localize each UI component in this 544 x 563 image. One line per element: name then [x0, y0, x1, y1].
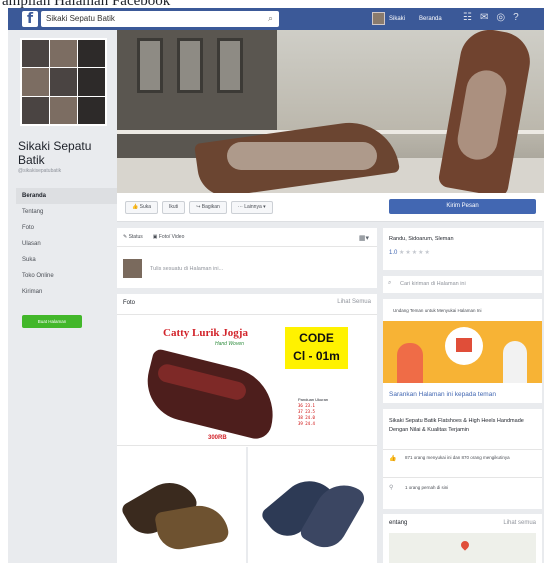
avatar[interactable]	[372, 12, 385, 25]
composer-menu-icon[interactable]: ▦▾	[359, 234, 369, 242]
cover-photo[interactable]	[117, 30, 544, 193]
nav-item-beranda[interactable]: Beranda	[16, 188, 117, 204]
page-action-bar: 👍 Suka Ikuti ↪ Bagikan ··· Lainnya ▾ Kir…	[117, 193, 544, 222]
search-icon[interactable]: ⌕	[268, 13, 273, 24]
likes-count-text: 871 orang menyukai ini dan 870 orang men…	[405, 455, 510, 460]
search-bar[interactable]: Sikaki Sepatu Batik ⌕	[41, 11, 279, 27]
user-menu[interactable]: Sikaki Beranda	[372, 12, 442, 25]
friends-icon[interactable]: ☷	[463, 12, 472, 23]
invite-text[interactable]: Undang Teman untuk Menyukai Halaman Ini	[393, 308, 481, 313]
nav-item-toko-online[interactable]: Toko Online	[16, 268, 117, 284]
tab-status[interactable]: ✎ Status	[123, 234, 143, 240]
page-handle: @sikakisepatubatik	[18, 168, 62, 174]
location-pin-icon: ⚲	[389, 485, 394, 491]
photos-see-all-link[interactable]: Lihat Semua	[337, 299, 371, 305]
photos-heading: Foto	[123, 300, 136, 306]
place-text: Randu, Sidoarum, Sleman	[389, 236, 454, 242]
map-pin-icon	[459, 539, 471, 551]
map[interactable]	[389, 533, 536, 563]
suggest-page-link[interactable]: Sarankan Halaman ini kepada teman	[383, 391, 496, 398]
nav-item-ulasan[interactable]: Ulasan	[16, 236, 117, 252]
invite-card: Undang Teman untuk Menyukai Halaman Ini …	[383, 299, 542, 403]
nav-item-foto[interactable]: Foto	[16, 220, 117, 236]
house-icon	[456, 338, 472, 352]
photo-thumbnail[interactable]	[248, 447, 377, 563]
map-card-title: entang	[389, 520, 408, 526]
checkins-text: 1 orang pernah di sini	[405, 485, 449, 490]
search-icon: ⌕	[388, 280, 392, 286]
featured-photo[interactable]: Catty Lurik Jogja Hand Woven CODE Cl - 0…	[117, 314, 377, 446]
nav-item-tentang[interactable]: Tentang	[16, 204, 117, 220]
share-button[interactable]: ↪ Bagikan	[189, 201, 227, 214]
like-icon: 👍	[389, 456, 397, 462]
search-input[interactable]: Sikaki Sepatu Batik	[46, 14, 115, 23]
facebook-top-bar: f Sikaki Sepatu Batik ⌕ Sikaki Beranda ☷…	[8, 8, 544, 30]
screenshot-caption: ampilan Halaman Facebook	[0, 0, 544, 8]
place-rating-card: Randu, Sidoarum, Sleman 1.0 ★★★★★	[383, 228, 542, 270]
star-icon: ★★★★★	[399, 250, 431, 256]
price-label: 300RB	[208, 435, 227, 441]
more-button[interactable]: ··· Lainnya ▾	[230, 201, 273, 214]
page-search-input[interactable]: Cari kiriman di Halaman ini	[400, 281, 466, 287]
page-search[interactable]: ⌕ Cari kiriman di Halaman ini	[383, 276, 542, 293]
size-guide: Panduan Ukuran 36 23.1 37 23.5 38 24.0 3…	[298, 397, 329, 426]
main-column: ✎ Status ▣ Foto/ Video ▦▾ Tulis sesuatu …	[117, 222, 377, 563]
page-nav: Beranda Tentang Foto Ulasan Suka Toko On…	[16, 188, 117, 300]
user-name[interactable]: Sikaki	[389, 16, 405, 22]
photo-thumbnails	[117, 447, 377, 563]
post-composer: ✎ Status ▣ Foto/ Video ▦▾ Tulis sesuatu …	[117, 228, 377, 288]
rating[interactable]: 1.0 ★★★★★	[389, 249, 431, 256]
brand-text: Catty Lurik Jogja	[163, 327, 248, 339]
composer-input[interactable]: Tulis sesuatu di Halaman ini...	[150, 266, 223, 272]
product-code-box: CODE Cl - 01m	[285, 327, 348, 369]
invite-illustration	[383, 321, 542, 383]
send-message-button[interactable]: Kirim Pesan	[389, 199, 536, 214]
page-title: Sikaki Sepatu Batik	[18, 139, 92, 167]
map-see-all-link[interactable]: Lihat semua	[503, 520, 536, 526]
brand-subtext: Hand Woven	[215, 341, 244, 347]
home-link[interactable]: Beranda	[419, 16, 442, 22]
about-card: Sikaki Sepatu Batik Flatshoes & High Hee…	[383, 409, 542, 509]
like-button[interactable]: 👍 Suka	[125, 201, 159, 214]
nav-item-kiriman[interactable]: Kiriman	[16, 284, 117, 300]
profile-collage	[22, 40, 105, 124]
messages-icon[interactable]: ✉	[480, 12, 488, 23]
photos-section: Foto Lihat Semua Catty Lurik Jogja Hand …	[117, 294, 377, 563]
left-column: Sikaki Sepatu Batik @sikakisepatubatik B…	[8, 30, 117, 563]
profile-picture[interactable]	[20, 38, 107, 126]
about-description: Sikaki Sepatu Batik Flatshoes & High Hee…	[389, 418, 524, 433]
right-column: Randu, Sidoarum, Sleman 1.0 ★★★★★ ⌕ Cari…	[377, 222, 544, 563]
nav-item-suka[interactable]: Suka	[16, 252, 117, 268]
avatar	[123, 259, 142, 278]
product-shoe	[139, 347, 283, 443]
tab-photo-video[interactable]: ▣ Foto/ Video	[153, 234, 185, 240]
facebook-logo-icon[interactable]: f	[22, 11, 38, 27]
map-card: entang Lihat semua	[383, 514, 542, 563]
follow-button[interactable]: Ikuti	[162, 201, 186, 214]
top-icons: ☷ ✉ ◎ ?	[463, 12, 519, 23]
notifications-icon[interactable]: ◎	[496, 12, 505, 23]
help-icon[interactable]: ?	[513, 12, 519, 23]
create-page-button[interactable]: Buat Halaman	[22, 315, 82, 328]
photo-thumbnail[interactable]	[117, 447, 246, 563]
